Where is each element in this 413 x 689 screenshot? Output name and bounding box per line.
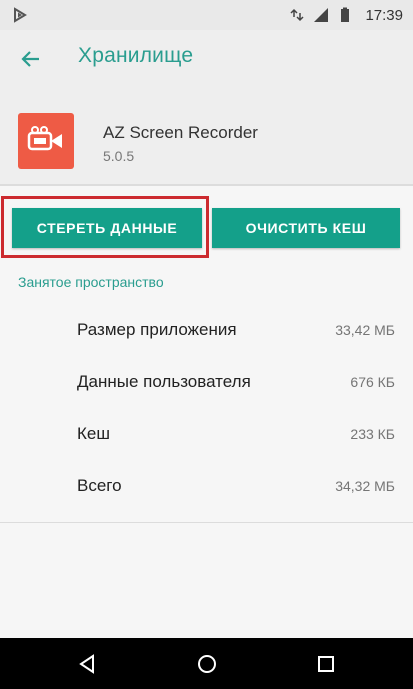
data-arrows-icon (290, 8, 304, 22)
app-info-header: AZ Screen Recorder 5.0.5 (0, 88, 413, 184)
section-header-storage-used: Занятое пространство (18, 274, 164, 290)
storage-content: СТЕРЕТЬ ДАННЫЕ ОЧИСТИТЬ КЕШ Занятое прос… (0, 186, 413, 638)
video-camera-icon (27, 126, 62, 151)
app-name: AZ Screen Recorder (103, 123, 258, 142)
recents-square-icon (318, 656, 334, 672)
status-time: 17:39 (365, 6, 403, 24)
battery-icon (341, 7, 350, 22)
row-value: 33,42 МБ (335, 322, 395, 338)
storage-row-user-data: Данные пользователя 676 КБ (0, 368, 413, 398)
play-store-notification-icon (14, 7, 27, 23)
app-bar: Хранилище (0, 30, 413, 88)
row-value: 676 КБ (350, 374, 395, 390)
back-triangle-icon (79, 654, 94, 674)
app-icon (18, 113, 74, 169)
back-button[interactable] (14, 42, 48, 76)
signal-icon (314, 8, 329, 22)
row-value: 233 КБ (350, 426, 395, 442)
page-title: Хранилище (78, 44, 194, 67)
clear-data-button[interactable]: СТЕРЕТЬ ДАННЫЕ (12, 208, 202, 248)
row-label: Данные пользователя (77, 372, 251, 391)
nav-home-button[interactable] (193, 650, 221, 678)
nav-back-button[interactable] (73, 650, 101, 678)
status-bar: 17:39 (0, 0, 413, 30)
storage-row-cache: Кеш 233 КБ (0, 420, 413, 450)
clear-cache-button[interactable]: ОЧИСТИТЬ КЕШ (212, 208, 400, 248)
row-label: Всего (77, 476, 122, 495)
arrow-back-icon (21, 51, 39, 67)
navigation-bar (0, 638, 413, 689)
row-label: Размер приложения (77, 320, 237, 339)
app-version: 5.0.5 (103, 148, 135, 164)
row-label: Кеш (77, 424, 110, 443)
storage-row-app-size: Размер приложения 33,42 МБ (0, 316, 413, 346)
nav-recents-button[interactable] (312, 650, 340, 678)
content-divider (0, 522, 413, 523)
home-circle-icon (198, 655, 216, 673)
storage-row-total: Всего 34,32 МБ (0, 472, 413, 502)
row-value: 34,32 МБ (335, 478, 395, 494)
